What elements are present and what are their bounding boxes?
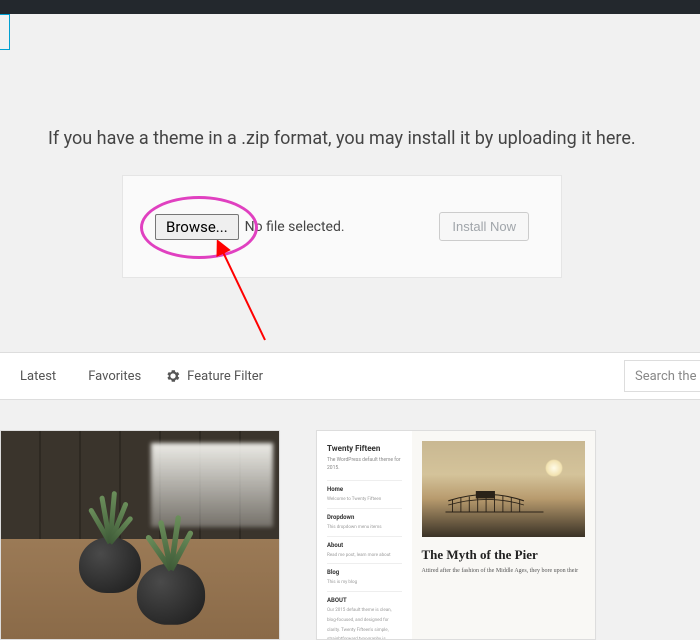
theme-preview-image: [1, 431, 279, 639]
theme-title: Twenty Fifteen: [327, 443, 402, 455]
theme-sidebar-preview: Twenty Fifteen The WordPress default the…: [317, 431, 412, 639]
filter-tab-latest[interactable]: Latest: [4, 369, 72, 384]
gear-icon: [165, 368, 181, 384]
post-title: The Myth of the Pier: [422, 547, 585, 563]
hero-image: [422, 441, 585, 537]
nav-item: AboutRead me post, learn more about: [327, 536, 402, 564]
active-tab-edge: [0, 14, 10, 50]
upload-instruction: If you have a theme in a .zip format, yo…: [48, 128, 636, 149]
nav-item: DropdownThis dropdown menu items: [327, 508, 402, 536]
theme-card[interactable]: Twenty Fifteen The WordPress default the…: [316, 430, 596, 640]
feature-filter-link[interactable]: Feature Filter: [187, 369, 279, 384]
nav-item: BlogThis is my blog: [327, 563, 402, 591]
theme-content-preview: The Myth of the Pier Attired after the f…: [412, 431, 595, 639]
theme-card[interactable]: [0, 430, 280, 640]
no-file-label: No file selected.: [245, 219, 345, 235]
nav-item: HomeWelcome to Twenty Fifteen: [327, 480, 402, 508]
browse-button[interactable]: Browse...: [155, 214, 239, 240]
upload-form: Browse... No file selected. Install Now: [122, 175, 562, 278]
post-body: Attired after the fashion of the Middle …: [422, 568, 585, 574]
about-block: ABOUTOur 2015 default theme is clean, bl…: [327, 591, 402, 640]
admin-topbar: [0, 0, 700, 14]
theme-filter-bar: Latest Favorites Feature Filter: [0, 352, 700, 400]
install-now-button[interactable]: Install Now: [439, 212, 529, 241]
theme-grid: Twenty Fifteen The WordPress default the…: [0, 430, 596, 640]
theme-subtitle: The WordPress default theme for 2015.: [327, 457, 402, 472]
search-themes-input[interactable]: Search the: [624, 360, 700, 392]
filter-tab-favorites[interactable]: Favorites: [72, 369, 157, 384]
